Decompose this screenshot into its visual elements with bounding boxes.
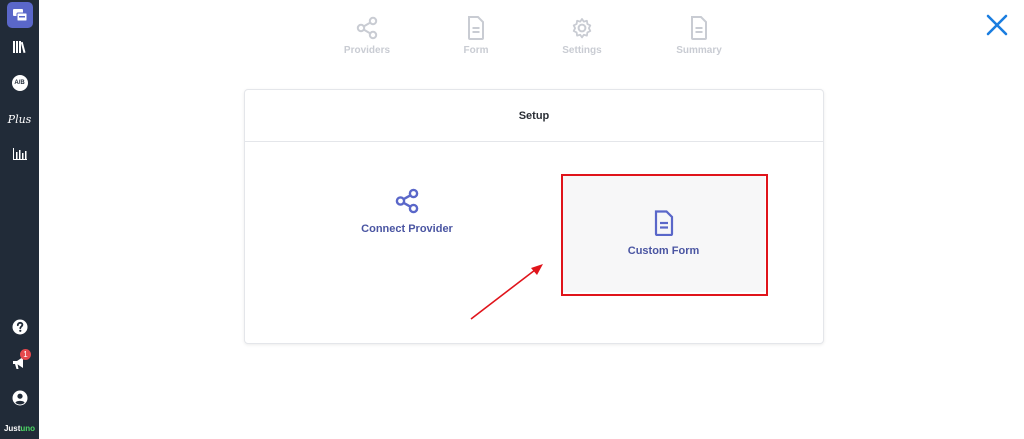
- step-settings[interactable]: Settings: [537, 16, 627, 56]
- gear-icon: [572, 18, 592, 39]
- sidebar-item-library[interactable]: [0, 32, 39, 62]
- close-icon: [986, 14, 1008, 36]
- sidebar-item-notifications[interactable]: 1: [0, 348, 39, 378]
- step-form[interactable]: Form: [431, 16, 521, 56]
- connect-provider-label: Connect Provider: [361, 222, 453, 235]
- sidebar-item-ab-testing[interactable]: A/B: [0, 68, 39, 98]
- highlight-box: [561, 174, 768, 296]
- sidebar-item-campaigns[interactable]: [0, 0, 39, 30]
- sidebar-item-account[interactable]: [0, 383, 39, 413]
- sidebar-item-analytics[interactable]: [0, 139, 39, 169]
- bar-chart-icon: [12, 148, 27, 160]
- library-icon: [12, 41, 26, 54]
- step-summary-label: Summary: [676, 45, 722, 56]
- user-icon: [12, 390, 27, 406]
- sidebar-item-help[interactable]: [0, 312, 39, 342]
- plus-icon: Plus: [7, 112, 32, 126]
- step-providers[interactable]: Providers: [322, 16, 412, 56]
- step-providers-label: Providers: [343, 45, 391, 56]
- document-icon: [691, 16, 707, 40]
- document-icon: [468, 16, 484, 40]
- help-icon: [12, 319, 27, 335]
- brand-suffix: uno: [20, 423, 36, 433]
- sidebar: A/B Plus 1 Just uno: [0, 0, 39, 439]
- sidebar-item-plus[interactable]: Plus: [0, 104, 39, 134]
- setup-title: Setup: [245, 90, 823, 142]
- brand-prefix: Just: [3, 423, 21, 433]
- share-icon: [395, 188, 419, 213]
- step-summary[interactable]: Summary: [654, 16, 744, 56]
- step-settings-label: Settings: [562, 45, 602, 56]
- notification-badge: 1: [20, 349, 31, 360]
- campaigns-icon: [6, 2, 33, 28]
- share-icon: [356, 16, 378, 40]
- ab-test-label: A/B: [14, 80, 25, 86]
- ab-test-icon: A/B: [11, 75, 28, 91]
- brand-logo: Just uno: [0, 420, 39, 436]
- step-form-label: Form: [463, 45, 489, 56]
- connect-provider-option[interactable]: Connect Provider: [302, 152, 512, 270]
- close-button[interactable]: [985, 13, 1009, 37]
